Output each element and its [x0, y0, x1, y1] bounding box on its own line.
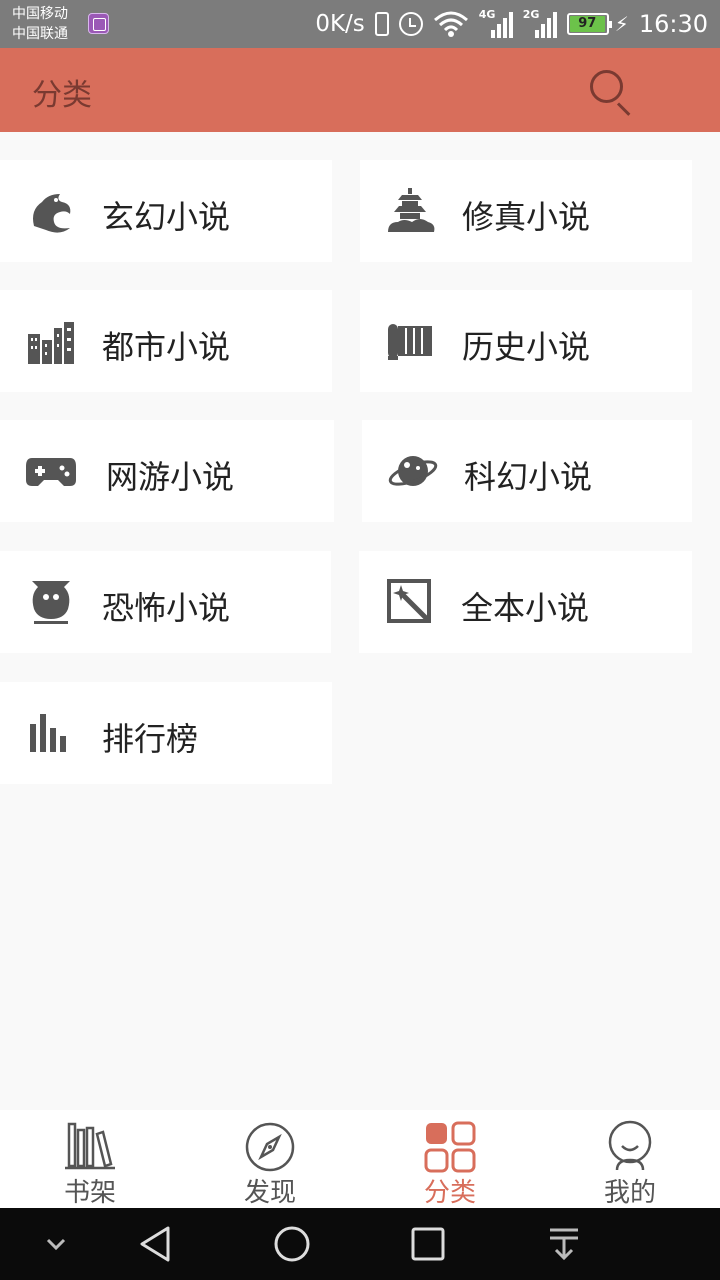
category-label: 玄幻小说: [102, 198, 231, 236]
signal-2-icon: 2G: [523, 8, 557, 38]
signal-1-icon: 4G: [479, 8, 513, 38]
city-icon: [28, 322, 74, 364]
page-title: 分类: [32, 78, 92, 113]
net-speed: 0K/s: [315, 11, 365, 37]
category-label: 恐怖小说: [102, 589, 231, 627]
bookshelf-icon: [65, 1122, 115, 1170]
pagoda-icon: [388, 188, 435, 232]
nav-category[interactable]: 分类: [360, 1110, 540, 1208]
category-label: 排行榜: [102, 720, 199, 758]
notification-pull-icon[interactable]: [542, 1222, 586, 1266]
planet-icon: [388, 456, 438, 486]
bottom-nav: 书架 发现 分类 我的: [0, 1110, 720, 1208]
bar-chart-icon: [30, 714, 66, 752]
category-kehuan[interactable]: 科幻小说: [362, 420, 692, 522]
dragon-icon: [33, 194, 71, 233]
charging-icon: ⚡: [614, 12, 629, 36]
category-xuanhuan[interactable]: 玄幻小说: [0, 160, 332, 262]
grid-icon: [424, 1121, 476, 1173]
category-dushi[interactable]: 都市小说: [0, 290, 332, 392]
category-quanben[interactable]: 全本小说: [359, 551, 692, 653]
carrier-names: 中国移动 中国联通: [12, 4, 68, 44]
nav-label: 分类: [423, 1178, 476, 1208]
category-xiuzhen[interactable]: 修真小说: [360, 160, 692, 262]
gamepad-icon: [26, 458, 76, 486]
chevron-down-icon[interactable]: [34, 1222, 78, 1266]
category-kongbu[interactable]: 恐怖小说: [0, 551, 331, 653]
vibrate-icon: [374, 12, 389, 36]
category-lishi[interactable]: 历史小说: [360, 290, 692, 392]
category-label: 修真小说: [462, 198, 591, 236]
status-bar: 中国移动 中国联通 0K/s 4G 2G 97 ⚡ 16:30: [0, 0, 720, 48]
nav-mine[interactable]: 我的: [540, 1110, 720, 1208]
nav-label: 我的: [603, 1178, 656, 1208]
battery-level: 97: [569, 16, 605, 32]
compass-icon: [245, 1122, 295, 1172]
clock: 16:30: [638, 10, 708, 38]
nav-bookshelf[interactable]: 书架: [0, 1110, 180, 1208]
nav-label: 发现: [243, 1178, 296, 1208]
category-label: 科幻小说: [464, 458, 593, 496]
carrier-2: 中国联通: [12, 26, 68, 42]
carrier-1: 中国移动: [12, 6, 68, 22]
battery-icon: 97: [566, 13, 612, 35]
wifi-icon: [433, 11, 468, 37]
ghost-vase-icon: [32, 581, 70, 624]
gallery-notification-icon: [88, 13, 109, 34]
category-label: 网游小说: [106, 458, 235, 496]
home-icon[interactable]: [270, 1222, 314, 1266]
search-icon: [590, 70, 623, 103]
nav-discover[interactable]: 发现: [180, 1110, 360, 1208]
category-ranking[interactable]: 排行榜: [0, 682, 332, 784]
nav-label: 书架: [63, 1178, 116, 1208]
profile-icon: [608, 1120, 652, 1171]
alarm-icon: [398, 12, 423, 36]
category-label: 都市小说: [102, 328, 231, 366]
recents-icon[interactable]: [406, 1222, 450, 1266]
back-icon[interactable]: [134, 1222, 178, 1266]
category-wangyou[interactable]: 网游小说: [0, 420, 334, 522]
scroll-icon: [388, 324, 432, 360]
magic-wand-icon: [387, 579, 431, 623]
system-nav-bar: [0, 1208, 720, 1280]
search-button[interactable]: [588, 68, 634, 116]
category-label: 全本小说: [461, 589, 590, 627]
category-label: 历史小说: [462, 328, 591, 366]
